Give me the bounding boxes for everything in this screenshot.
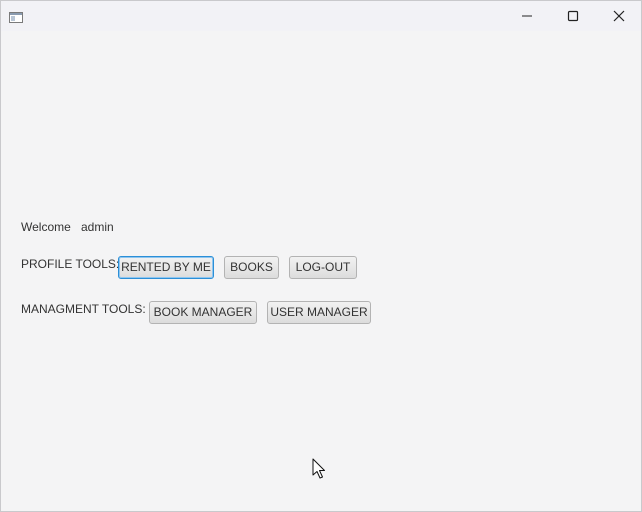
books-button[interactable]: BOOKS	[224, 256, 279, 279]
profile-tools-label: PROFILE TOOLS:	[21, 257, 120, 271]
minimize-button[interactable]	[504, 1, 550, 31]
app-window-icon	[9, 10, 23, 23]
book-manager-button[interactable]: BOOK MANAGER	[149, 301, 257, 324]
log-out-button[interactable]: LOG-OUT	[289, 256, 357, 279]
user-manager-button[interactable]: USER MANAGER	[267, 301, 371, 324]
mouse-cursor-icon	[312, 458, 326, 485]
rented-by-me-button[interactable]: RENTED BY ME	[118, 256, 214, 279]
close-icon	[613, 10, 625, 22]
close-button[interactable]	[596, 1, 641, 31]
welcome-label: Welcome	[21, 220, 71, 234]
maximize-icon	[567, 10, 579, 22]
maximize-button[interactable]	[550, 1, 596, 31]
username-label: admin	[81, 220, 114, 234]
minimize-icon	[522, 15, 532, 17]
managment-tools-label: MANAGMENT TOOLS:	[21, 302, 146, 316]
title-bar[interactable]	[1, 1, 641, 31]
app-window: Welcome admin PROFILE TOOLS: RENTED BY M…	[0, 0, 642, 512]
